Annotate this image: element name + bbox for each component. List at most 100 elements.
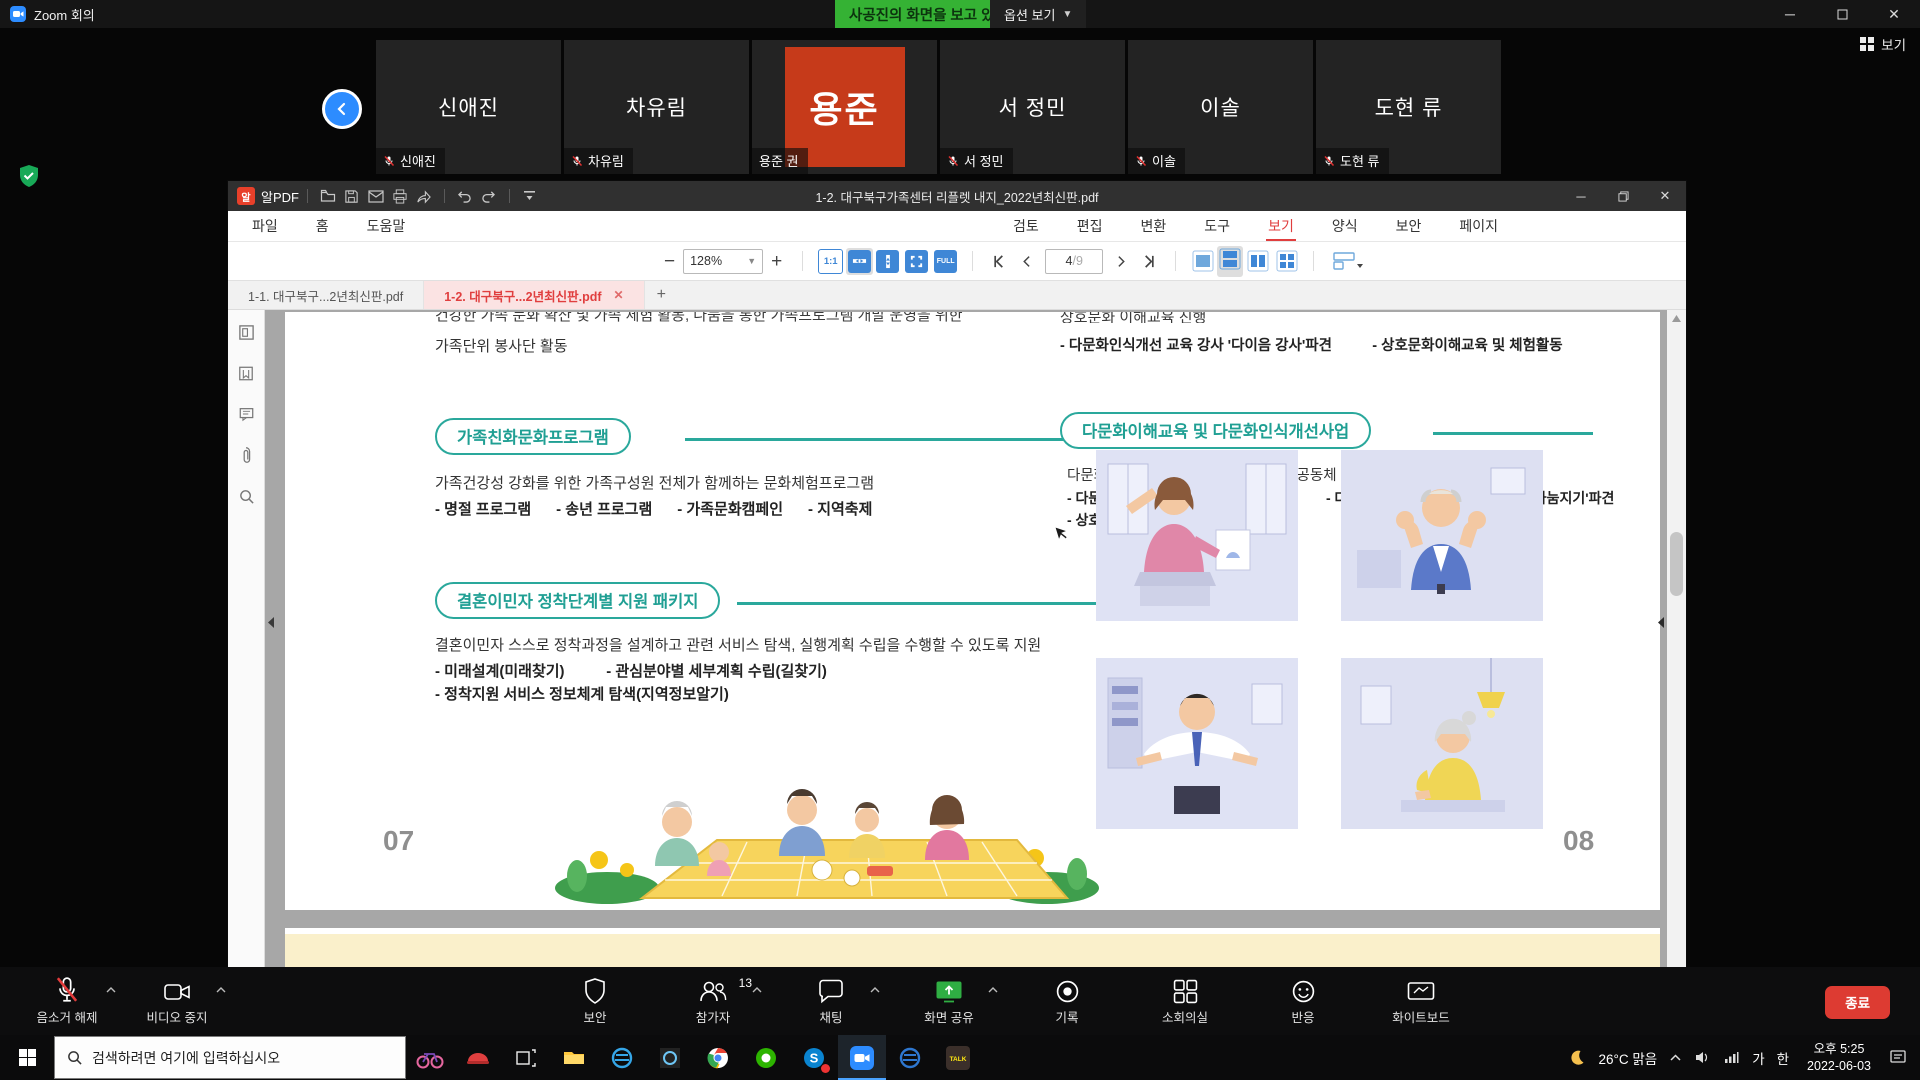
start-button[interactable] [0, 1035, 54, 1080]
attachments-panel-icon[interactable] [240, 446, 252, 464]
fit-width-button-active[interactable] [846, 248, 873, 275]
tab-close-icon[interactable]: ✕ [614, 288, 624, 302]
new-tab-button[interactable]: + [645, 281, 678, 309]
collapse-strip-button[interactable] [322, 89, 362, 129]
fit-height-button[interactable] [876, 250, 899, 273]
search-doodle-helmet-icon[interactable] [454, 1035, 502, 1080]
breakout-rooms-button[interactable]: 소회의실 [1130, 972, 1240, 1030]
participant-tile[interactable]: 서 정민 서 정민 [940, 40, 1125, 174]
participant-tile[interactable]: 신애진 신애진 [376, 40, 561, 174]
continuous-view-button-active[interactable] [1217, 246, 1243, 277]
record-button[interactable]: 기록 [1012, 972, 1122, 1030]
participants-button[interactable]: 13 참가자 [658, 972, 768, 1030]
pdf-close-button[interactable]: ✕ [1644, 181, 1686, 211]
save-icon[interactable] [340, 185, 364, 207]
open-file-icon[interactable] [316, 185, 340, 207]
share-screen-button[interactable]: 화면 공유 [894, 972, 1004, 1030]
participant-tile[interactable]: 용준 용준 권 [752, 40, 937, 174]
panel-collapse-arrow-left[interactable] [267, 616, 275, 634]
share-icon[interactable] [412, 185, 436, 207]
participant-tile[interactable]: 도현 류 도현 류 [1316, 40, 1501, 174]
chrome-icon[interactable] [694, 1035, 742, 1080]
unmute-button[interactable]: 음소거 해제 [12, 972, 122, 1030]
scrollbar-thumb[interactable] [1670, 532, 1683, 596]
zoom-level-select[interactable]: 128%▼ [683, 249, 763, 274]
menu-help[interactable]: 도움말 [365, 211, 408, 241]
action-center-icon[interactable] [1890, 1050, 1906, 1065]
menu-pages[interactable]: 페이지 [1457, 211, 1500, 241]
stop-video-button[interactable]: 비디오 중지 [122, 972, 232, 1030]
tab-document-1[interactable]: 1-1. 대구북구...2년최신판.pdf [228, 281, 424, 309]
chevron-up-icon[interactable] [870, 980, 880, 998]
reactions-button[interactable]: 반응 [1248, 972, 1358, 1030]
prev-page-button[interactable] [1014, 254, 1041, 269]
maximize-button[interactable] [1816, 0, 1868, 28]
speaker-icon[interactable] [1695, 1051, 1710, 1064]
page-layout-dropdown[interactable] [1326, 252, 1370, 270]
scroll-up-arrow[interactable] [1672, 315, 1681, 322]
next-page-button[interactable] [1107, 254, 1134, 269]
menu-view[interactable]: 보기 [1266, 211, 1296, 241]
close-button[interactable]: ✕ [1868, 0, 1920, 28]
minimize-button[interactable]: ─ [1764, 0, 1816, 28]
four-page-view-button[interactable] [1275, 250, 1298, 273]
quick-toolbar-dropdown-icon[interactable] [518, 185, 542, 207]
chevron-up-icon[interactable] [216, 980, 226, 998]
menu-convert[interactable]: 변환 [1139, 211, 1169, 241]
actual-size-button[interactable]: 1:1 [818, 249, 843, 274]
kakaotalk-icon[interactable]: TALK [934, 1035, 982, 1080]
pdf-restore-button[interactable] [1602, 181, 1644, 211]
zoom-in-button[interactable]: + [763, 252, 790, 271]
single-page-view-button[interactable] [1191, 250, 1214, 273]
chevron-up-icon[interactable] [988, 980, 998, 998]
zoom-out-button[interactable]: − [656, 252, 683, 271]
photos-app-icon[interactable] [646, 1035, 694, 1080]
last-page-button[interactable] [1134, 254, 1163, 269]
menu-file[interactable]: 파일 [250, 211, 280, 241]
print-icon[interactable] [388, 185, 412, 207]
whiteboard-button[interactable]: 화이트보드 [1366, 972, 1476, 1030]
chevron-up-icon[interactable] [106, 980, 116, 998]
skype-icon[interactable]: S [790, 1035, 838, 1080]
participant-tile[interactable]: 이솔 이솔 [1128, 40, 1313, 174]
menu-security[interactable]: 보안 [1394, 211, 1424, 241]
two-page-view-button[interactable] [1246, 250, 1269, 273]
gallery-view-button[interactable]: 보기 [1860, 34, 1906, 54]
chevron-up-icon[interactable] [752, 980, 762, 998]
tab-document-2-active[interactable]: 1-2. 대구북구...2년최신판.pdf ✕ [424, 281, 644, 309]
weather-text[interactable]: 26°C 맑음 [1598, 1048, 1657, 1068]
taskbar-clock[interactable]: 오후 5:25 2022-06-03 [1807, 1041, 1871, 1075]
full-screen-button[interactable]: FULL [934, 250, 957, 273]
vertical-scrollbar[interactable] [1667, 310, 1686, 967]
panel-collapse-arrow-right[interactable] [1657, 616, 1665, 634]
menu-review[interactable]: 검토 [1011, 211, 1041, 241]
ime-korean[interactable]: 한 [1777, 1048, 1789, 1068]
ime-lang-a[interactable]: 가 [1752, 1048, 1764, 1068]
page-number-input[interactable]: 4/9 [1045, 249, 1103, 274]
taskbar-search-input[interactable]: 검색하려면 여기에 입력하십시오 [54, 1036, 406, 1079]
network-icon[interactable] [1724, 1051, 1739, 1064]
pdf-minimize-button[interactable]: ─ [1560, 181, 1602, 211]
email-icon[interactable] [364, 185, 388, 207]
tray-expand-chevron[interactable] [1670, 1054, 1681, 1061]
menu-edit[interactable]: 편집 [1075, 211, 1105, 241]
band-app-icon[interactable] [742, 1035, 790, 1080]
end-meeting-button[interactable]: 종료 [1825, 986, 1890, 1019]
zoom-app-icon[interactable] [838, 1035, 886, 1080]
participant-tile[interactable]: 차유림 차유림 [564, 40, 749, 174]
task-view-button[interactable] [502, 1035, 550, 1080]
comments-panel-icon[interactable] [238, 406, 255, 422]
search-panel-icon[interactable] [238, 488, 255, 505]
security-button[interactable]: 보안 [540, 972, 650, 1030]
first-page-button[interactable] [985, 254, 1014, 269]
internet-explorer-icon[interactable] [598, 1035, 646, 1080]
fit-page-button[interactable] [905, 250, 928, 273]
thumbnails-panel-icon[interactable] [238, 324, 255, 341]
menu-forms[interactable]: 양식 [1330, 211, 1360, 241]
edge-browser-icon[interactable] [886, 1035, 934, 1080]
search-doodle-bicycle-icon[interactable] [406, 1035, 454, 1080]
undo-icon[interactable] [453, 185, 477, 207]
view-options-button[interactable]: 옵션 보기 ▼ [990, 0, 1086, 28]
redo-icon[interactable] [477, 185, 501, 207]
chat-button[interactable]: 채팅 [776, 972, 886, 1030]
